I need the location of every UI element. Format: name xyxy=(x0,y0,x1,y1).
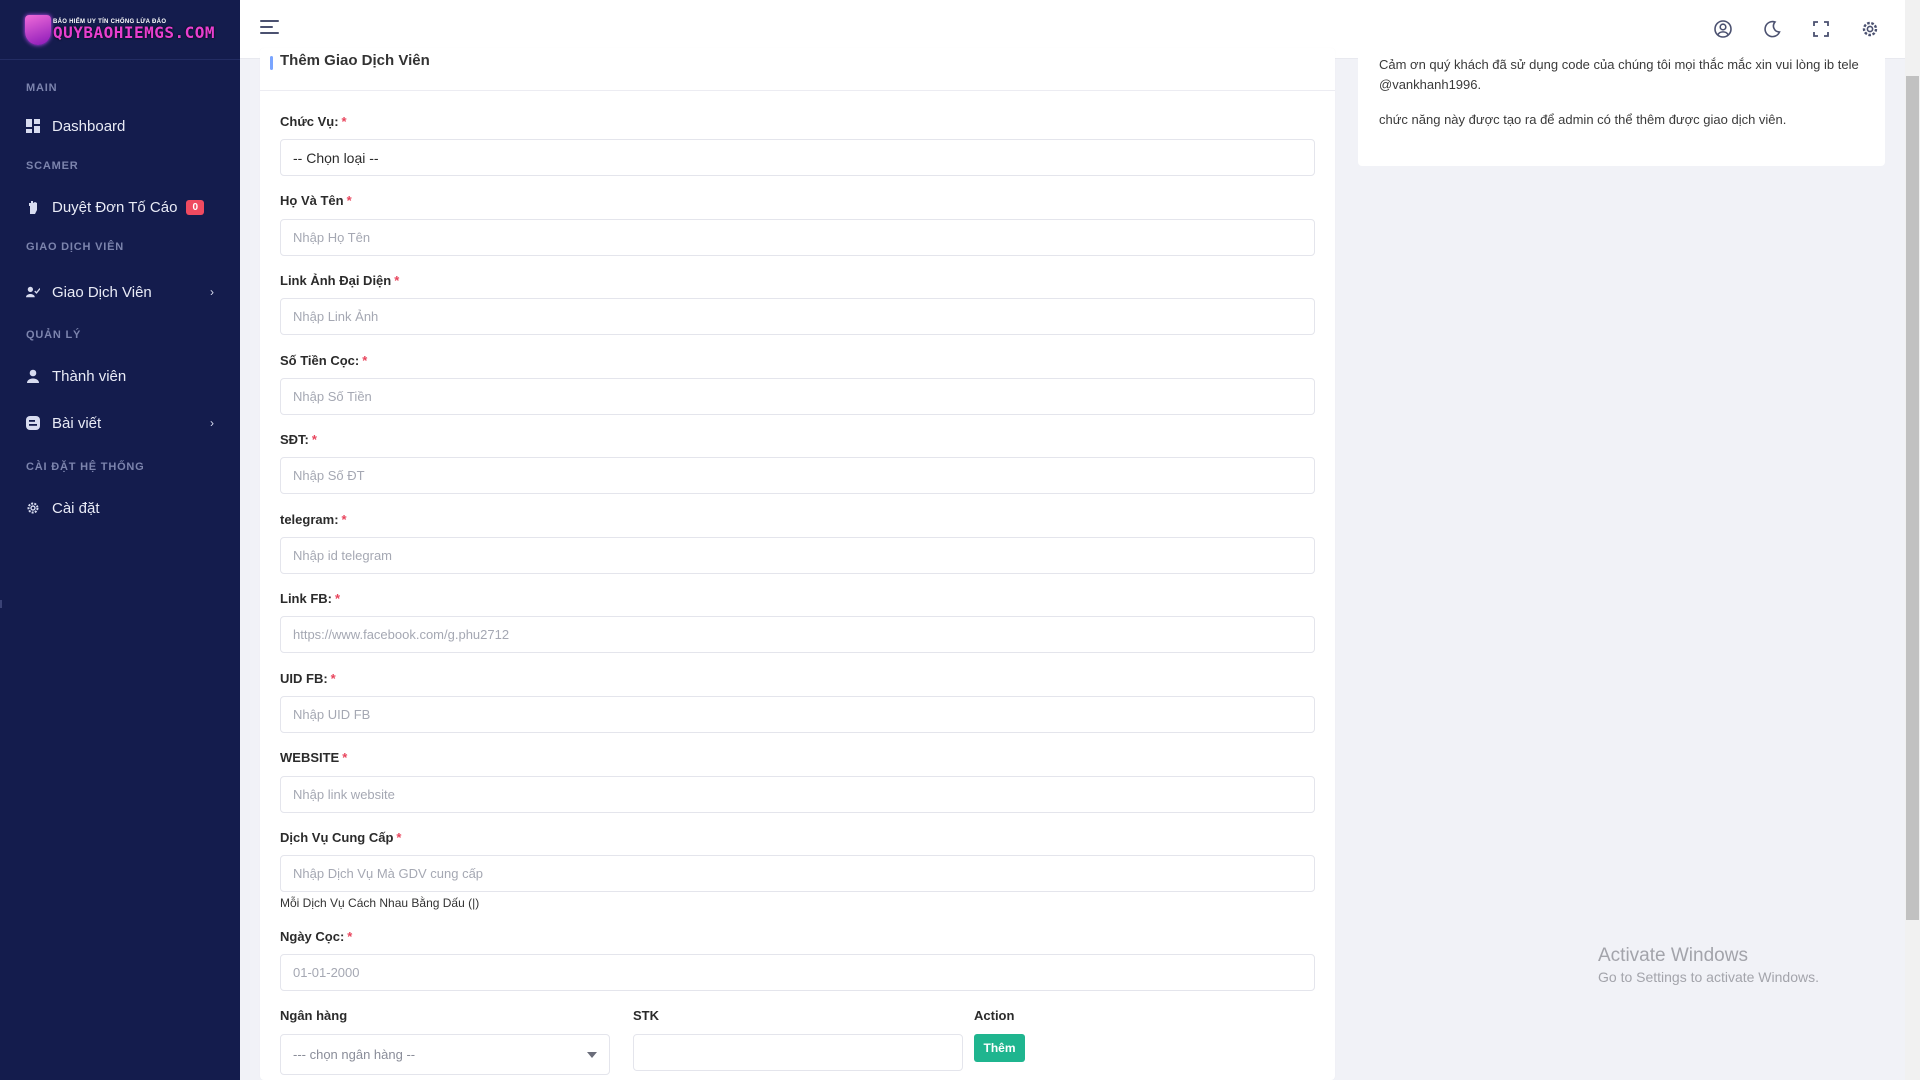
nav-category-scamer: SCAMER xyxy=(26,160,79,172)
chuc-vu-label: Chức Vụ: * xyxy=(280,114,347,129)
website-input[interactable]: Nhập link website xyxy=(280,776,1315,813)
watermark-subtitle: Go to Settings to activate Windows. xyxy=(1598,969,1819,985)
menu-icon[interactable] xyxy=(260,20,279,35)
tien-coc-input[interactable]: Nhập Số Tiền xyxy=(280,378,1315,415)
nav-category-cai-dat: CÀI ĐẶT HỆ THỐNG xyxy=(26,461,145,473)
blog-icon xyxy=(26,416,40,430)
user-circle-icon[interactable] xyxy=(1712,18,1734,40)
sidebar-item-cai-dat[interactable]: Cài đặt xyxy=(0,488,240,528)
gear-icon xyxy=(26,501,40,515)
sidebar-item-label: Cài đặt xyxy=(52,499,100,517)
dich-vu-hint: Mỗi Dịch Vụ Cách Nhau Bằng Dấu (|) xyxy=(280,896,480,910)
sidebar-item-label: Duyệt Đơn Tố Cáo xyxy=(52,198,178,216)
hand-icon xyxy=(26,200,40,214)
shield-logo-icon xyxy=(24,14,51,45)
sidebar-item-dashboard[interactable]: Dashboard xyxy=(0,106,240,146)
nav-category-gdv: GIAO DỊCH VIÊN xyxy=(26,241,124,253)
anh-dai-dien-input[interactable]: Nhập Link Ảnh xyxy=(280,298,1315,335)
chuc-vu-select[interactable]: -- Chọn loại -- xyxy=(280,139,1315,176)
dich-vu-input[interactable]: Nhập Dịch Vụ Mà GDV cung cấp xyxy=(280,855,1315,892)
add-bank-button[interactable]: Thêm xyxy=(974,1034,1025,1062)
sidebar-item-giao-dich-vien[interactable]: Giao Dịch Viên › xyxy=(0,272,240,312)
caret-down-icon xyxy=(587,1052,597,1058)
ngay-coc-label: Ngày Cọc: * xyxy=(280,929,353,944)
link-fb-label: Link FB: * xyxy=(280,591,341,606)
sidebar-item-label: Bài viết xyxy=(52,414,102,432)
nav-category-quan-ly: QUẢN LÝ xyxy=(26,329,82,341)
logo-text: QUYBAOHIEMGS.COM xyxy=(52,22,216,42)
uid-fb-input[interactable]: Nhập UID FB xyxy=(280,696,1315,733)
user-icon xyxy=(26,369,40,383)
sidebar: BẢO HIỂM UY TÍN CHỐNG LỪA ĐẢO QUYBAOHIEM… xyxy=(0,0,240,1080)
tien-coc-label: Số Tiền Cọc: * xyxy=(280,353,368,368)
uid-fb-label: UID FB: * xyxy=(280,671,336,686)
sidebar-item-label: Dashboard xyxy=(52,117,126,135)
bank-label: Ngân hàng xyxy=(280,1008,348,1023)
bank-select[interactable]: --- chọn ngân hàng -- xyxy=(280,1034,610,1075)
sidebar-item-bai-viet[interactable]: Bài viết › xyxy=(0,403,240,443)
sidebar-item-label: Thành viên xyxy=(52,367,127,385)
card-title: Thêm Giao Dịch Viên xyxy=(280,52,430,69)
ho-ten-label: Họ Và Tên * xyxy=(280,193,352,208)
ho-ten-input[interactable]: Nhập Họ Tên xyxy=(280,219,1315,256)
dich-vu-label: Dịch Vụ Cung Cấp * xyxy=(280,830,402,845)
watermark-title: Activate Windows xyxy=(1598,945,1748,966)
count-badge: 0 xyxy=(186,199,205,215)
chevron-right-icon: › xyxy=(210,285,214,299)
ngay-coc-input[interactable]: 01-01-2000 xyxy=(280,954,1315,991)
fullscreen-icon[interactable] xyxy=(1810,18,1832,40)
dashboard-icon xyxy=(26,119,40,133)
telegram-label: telegram: * xyxy=(280,512,347,527)
user-check-icon xyxy=(26,285,40,299)
info-text-thanks: Cảm ơn quý khách đã sử dụng code của chú… xyxy=(1379,57,1859,92)
nav-category-main: MAIN xyxy=(26,82,58,94)
action-label: Action xyxy=(974,1008,1015,1023)
info-text-purpose: chức năng này được tạo ra để admin có th… xyxy=(1379,112,1787,127)
logo[interactable]: BẢO HIỂM UY TÍN CHỐNG LỪA ĐẢO QUYBAOHIEM… xyxy=(0,0,240,60)
sidebar-item-thanh-vien[interactable]: Thành viên xyxy=(0,356,240,396)
stk-label: STK xyxy=(633,1008,659,1023)
activate-windows-watermark: Activate Windows Go to Settings to activ… xyxy=(1598,945,1819,985)
title-divider xyxy=(260,90,1335,91)
gear-icon[interactable] xyxy=(1859,18,1881,40)
chevron-right-icon: › xyxy=(210,416,214,430)
anh-dai-dien-label: Link Ảnh Đại Diện * xyxy=(280,273,400,288)
title-accent-bar xyxy=(270,56,273,70)
scrollbar-thumb[interactable] xyxy=(1906,76,1919,920)
sidebar-item-duyet-don[interactable]: Duyệt Đơn Tố Cáo 0 xyxy=(0,187,240,227)
sdt-label: SĐT: * xyxy=(280,432,317,447)
sidebar-item-label: Giao Dịch Viên xyxy=(52,283,152,301)
telegram-input[interactable]: Nhập id telegram xyxy=(280,537,1315,574)
moon-icon[interactable] xyxy=(1761,18,1783,40)
sdt-input[interactable]: Nhập Số ĐT xyxy=(280,457,1315,494)
website-label: WEBSITE * xyxy=(280,750,348,765)
stk-input[interactable] xyxy=(633,1034,963,1071)
link-fb-input[interactable]: https://www.facebook.com/g.phu2712 xyxy=(280,616,1315,653)
sidebar-edge-marker xyxy=(0,600,2,608)
